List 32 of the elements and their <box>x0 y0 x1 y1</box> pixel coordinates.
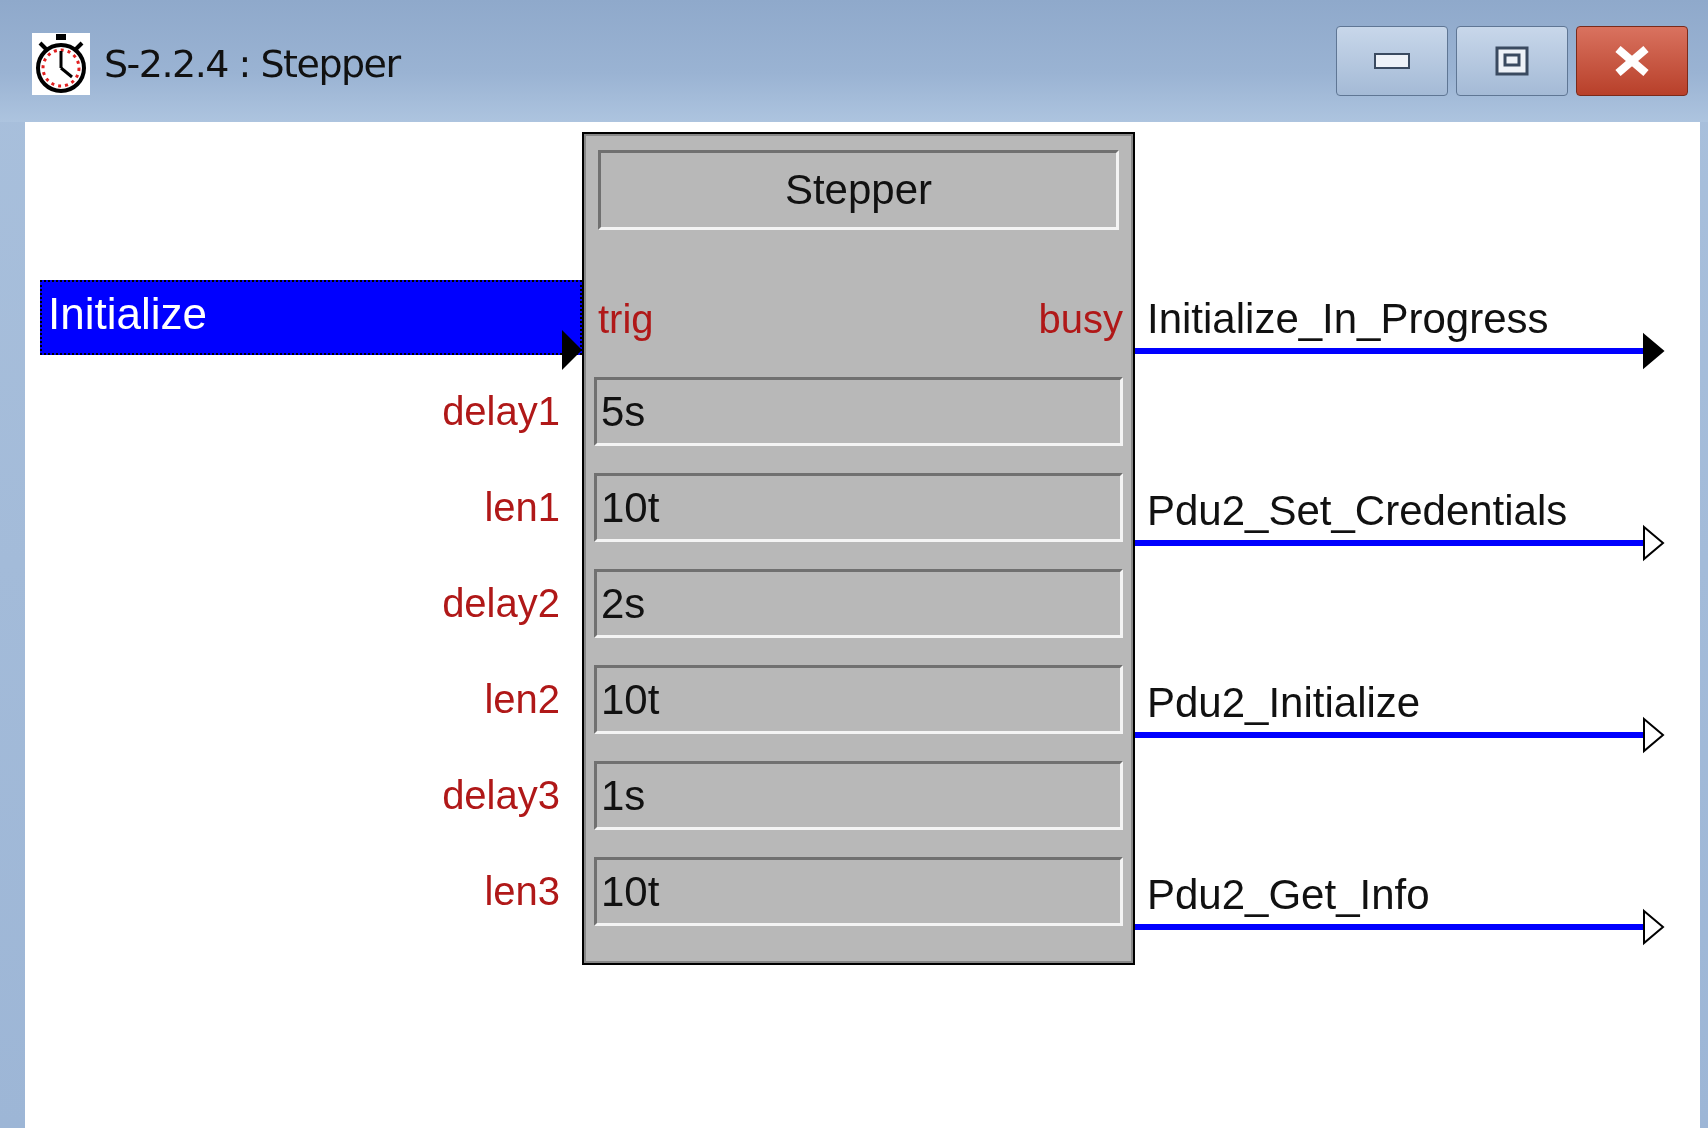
parameter-label: len2 <box>484 676 560 722</box>
maximize-icon <box>1495 46 1529 76</box>
minimize-icon <box>1374 53 1410 69</box>
port-label: busy <box>1038 297 1123 342</box>
signal-line[interactable] <box>1135 732 1645 738</box>
parameter-field[interactable]: 5s <box>594 377 1123 446</box>
parameter-field[interactable]: 10t <box>594 665 1123 734</box>
parameter-label: delay1 <box>442 388 560 434</box>
output-label: Initialize_In_Progress <box>1146 295 1550 343</box>
window-title: S-2.2.4 : Stepper <box>104 42 400 86</box>
close-button[interactable] <box>1576 26 1688 96</box>
parameter-field[interactable]: 1s <box>594 761 1123 830</box>
parameter-field[interactable]: 10t <box>594 857 1123 926</box>
maximize-button[interactable] <box>1456 26 1568 96</box>
block-title: Stepper <box>598 150 1119 230</box>
parameter-label: len1 <box>484 484 560 530</box>
output-label: Pdu2_Initialize <box>1146 679 1422 727</box>
minimize-button[interactable] <box>1336 26 1448 96</box>
signal-line[interactable] <box>1135 540 1645 546</box>
input-signal[interactable]: Initialize <box>40 280 582 355</box>
parameter-field[interactable]: 10t <box>594 473 1123 542</box>
signal-line[interactable] <box>1135 348 1645 354</box>
parameter-label: delay2 <box>442 580 560 626</box>
close-icon <box>1614 46 1650 76</box>
stopwatch-icon <box>32 33 90 95</box>
parameter-label: delay3 <box>442 772 560 818</box>
parameter-label: len3 <box>484 868 560 914</box>
signal-line[interactable] <box>1135 924 1645 930</box>
output-label: Pdu2_Get_Info <box>1146 871 1431 919</box>
port-label: trig <box>598 297 654 342</box>
output-label: Pdu2_Set_Credentials <box>1146 487 1569 535</box>
parameter-field[interactable]: 2s <box>594 569 1123 638</box>
